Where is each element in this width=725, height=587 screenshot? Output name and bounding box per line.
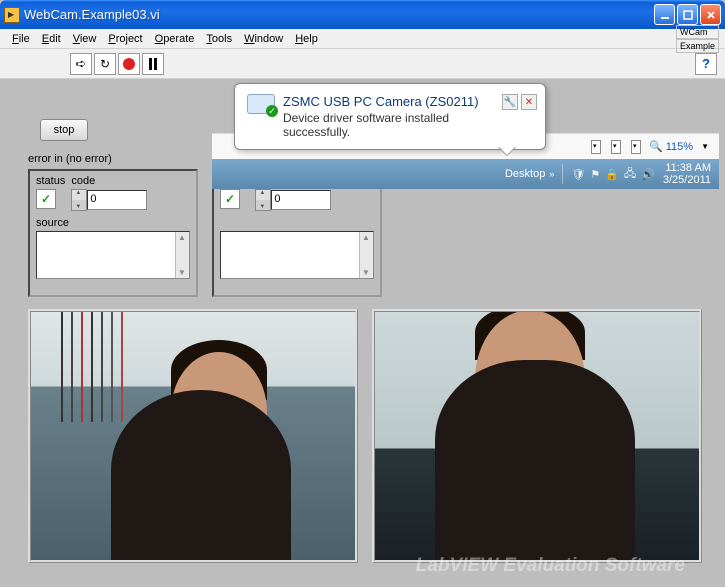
source-scrollbar-2[interactable] (359, 232, 373, 278)
run-continuous-button[interactable] (94, 53, 116, 75)
zoom-level[interactable]: 115% (649, 140, 693, 153)
code-spinner-2[interactable] (255, 189, 271, 211)
desktop-chevron-icon[interactable]: » (549, 169, 554, 179)
menu-window[interactable]: Window (238, 31, 289, 47)
webcam-display-1 (28, 309, 358, 563)
webcam-display-2 (372, 309, 702, 563)
menu-tools[interactable]: Tools (200, 31, 238, 47)
status-indicator-2[interactable] (220, 189, 240, 209)
code-input[interactable]: 0 (87, 190, 147, 210)
minimize-button[interactable] (654, 4, 675, 25)
driver-balloon-notification: ZSMC USB PC Camera (ZS0211) Device drive… (234, 83, 546, 150)
source-label: source (36, 217, 190, 229)
tray-lock-icon[interactable]: 🔒 (605, 168, 619, 181)
device-install-icon (247, 94, 275, 114)
help-button[interactable] (695, 53, 717, 75)
abort-button[interactable] (118, 53, 140, 75)
menu-project[interactable]: Project (102, 31, 148, 47)
clock-date: 3/25/2011 (663, 174, 711, 186)
taskbar-clock[interactable]: 11:38 AM 3/25/2011 (663, 162, 711, 186)
menu-operate[interactable]: Operate (149, 31, 201, 47)
app-icon (4, 7, 20, 23)
vi-tag-1: WCam (676, 25, 719, 39)
menu-bar: File Edit View Project Operate Tools Win… (0, 29, 725, 49)
tray-volume-icon[interactable]: 🔊 (641, 168, 655, 181)
menu-edit[interactable]: Edit (36, 31, 67, 47)
toolbar (0, 49, 725, 79)
menu-file[interactable]: File (6, 31, 36, 47)
menu-help[interactable]: Help (289, 31, 324, 47)
source-scrollbar[interactable] (175, 232, 189, 278)
strip-drop-2[interactable] (611, 140, 621, 154)
window-title: WebCam.Example03.vi (24, 7, 654, 22)
clock-time: 11:38 AM (663, 162, 711, 174)
balloon-body: Device driver software installed success… (283, 111, 494, 139)
strip-drop-3[interactable] (631, 140, 641, 154)
zoom-dropdown-icon[interactable]: ▼ (701, 142, 709, 151)
tray-network-icon[interactable]: 🖧 (624, 165, 636, 184)
desktop-label[interactable]: Desktop (505, 168, 545, 180)
maximize-button[interactable] (677, 4, 698, 25)
code-input-2[interactable]: 0 (271, 190, 331, 210)
error-in-label: error in (no error) (28, 153, 112, 165)
window-titlebar: WebCam.Example03.vi (0, 0, 725, 29)
tray-flag-icon[interactable]: ⚑ (590, 168, 600, 181)
run-button[interactable] (70, 53, 92, 75)
code-label: code (71, 175, 147, 187)
pause-button[interactable] (142, 53, 164, 75)
status-label: status (36, 175, 65, 187)
code-spinner[interactable] (71, 189, 87, 211)
source-input-2[interactable] (220, 231, 374, 279)
menu-view[interactable]: View (67, 31, 103, 47)
status-indicator[interactable] (36, 189, 56, 209)
stop-control-button[interactable]: stop (40, 119, 88, 141)
vi-tag-2: Example (676, 39, 719, 53)
balloon-close-button[interactable]: ✕ (521, 94, 537, 110)
source-input[interactable] (36, 231, 190, 279)
system-tray: 🛡 ⚑ 🔒 🖧 🔊 (571, 165, 655, 184)
tray-shield-icon[interactable]: 🛡 (571, 168, 585, 181)
strip-drop-1[interactable] (591, 140, 601, 154)
windows-taskbar: Desktop » 🛡 ⚑ 🔒 🖧 🔊 11:38 AM 3/25/2011 (212, 159, 719, 189)
front-panel: stop error in (no error) status code 0 s… (0, 79, 725, 587)
balloon-settings-icon[interactable]: 🔧 (502, 94, 518, 110)
error-cluster-1: status code 0 source (28, 169, 198, 297)
close-button[interactable] (700, 4, 721, 25)
balloon-title: ZSMC USB PC Camera (ZS0211) (283, 94, 494, 109)
